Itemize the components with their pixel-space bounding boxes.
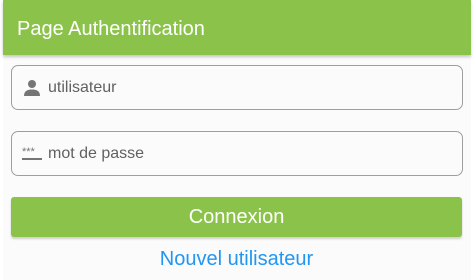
password-dots-icon: ***: [22, 144, 42, 164]
password-input[interactable]: [48, 132, 448, 175]
page-title: Page Authentification: [17, 18, 205, 40]
svg-text:***: ***: [22, 146, 36, 158]
login-screen: Page Authentification *** Connexion Nouv…: [3, 0, 471, 280]
person-icon: [22, 78, 42, 98]
login-button[interactable]: Connexion: [11, 197, 462, 237]
new-user-link[interactable]: Nouvel utilisateur: [11, 246, 462, 272]
app-bar: Page Authentification: [3, 0, 471, 55]
username-field[interactable]: [11, 65, 463, 110]
password-field[interactable]: ***: [11, 131, 463, 176]
username-input[interactable]: [48, 66, 448, 109]
